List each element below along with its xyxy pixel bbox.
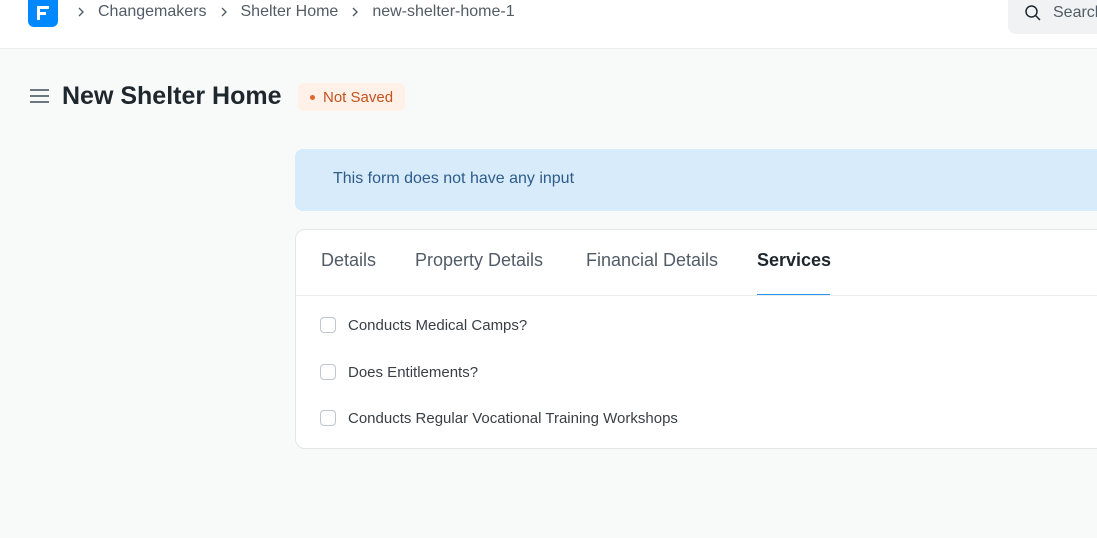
chevron-right-icon: [78, 7, 84, 17]
top-navbar: Changemakers Shelter Home new-shelter-ho…: [0, 0, 1097, 49]
breadcrumb-item-changemakers[interactable]: Changemakers: [98, 3, 207, 21]
entitlements-checkbox[interactable]: [320, 364, 336, 380]
checkbox-row-vocational-training[interactable]: Conducts Regular Vocational Training Wor…: [320, 408, 678, 428]
status-badge: Not Saved: [298, 83, 406, 111]
active-tab-indicator: [757, 294, 830, 295]
page-title: New Shelter Home: [62, 82, 282, 110]
tab-services[interactable]: Services: [757, 250, 831, 271]
medical-camps-label[interactable]: Conducts Medical Camps?: [348, 317, 527, 334]
vocational-training-label[interactable]: Conducts Regular Vocational Training Wor…: [348, 410, 678, 427]
status-dot-icon: [310, 94, 315, 100]
medical-camps-checkbox[interactable]: [320, 317, 336, 333]
chevron-right-icon: [352, 7, 359, 17]
form-tabs: Details Property Details Financial Detai…: [296, 230, 1097, 296]
form-card: Details Property Details Financial Detai…: [295, 229, 1097, 449]
breadcrumb-item-current[interactable]: new-shelter-home-1: [372, 3, 514, 21]
tab-details[interactable]: Details: [321, 250, 376, 271]
tab-property-details[interactable]: Property Details: [415, 250, 543, 271]
breadcrumb-item-shelter-home[interactable]: Shelter Home: [241, 3, 339, 21]
checkbox-row-entitlements[interactable]: Does Entitlements?: [320, 362, 478, 382]
frappe-logo-icon[interactable]: [28, 0, 58, 27]
checkbox-row-medical-camps[interactable]: Conducts Medical Camps?: [320, 315, 527, 335]
status-badge-label: Not Saved: [323, 88, 394, 106]
search-box[interactable]: [1008, 0, 1097, 34]
entitlements-label[interactable]: Does Entitlements?: [348, 364, 478, 381]
breadcrumb: Changemakers Shelter Home new-shelter-ho…: [74, 0, 525, 24]
search-input[interactable]: [1053, 2, 1097, 24]
hamburger-icon[interactable]: [30, 88, 50, 104]
chevron-right-icon: [221, 7, 227, 17]
tab-financial-details[interactable]: Financial Details: [586, 250, 718, 271]
alert-message: This form does not have any input: [333, 170, 575, 187]
search-icon: [1025, 5, 1041, 21]
info-alert: This form does not have any input: [295, 149, 1097, 211]
vocational-training-checkbox[interactable]: [320, 410, 336, 426]
